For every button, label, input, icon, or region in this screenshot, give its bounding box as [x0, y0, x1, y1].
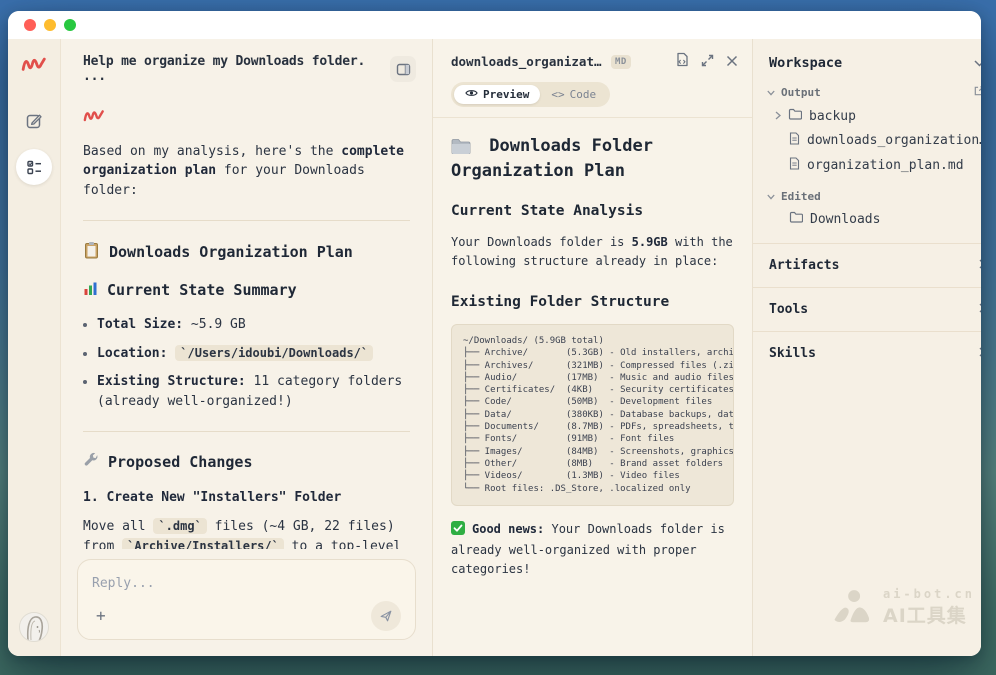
doc-h2-structure: Existing Folder Structure [451, 293, 734, 312]
clipboard-icon [83, 241, 100, 265]
app-window: Help me organize my Downloads folder. ..… [8, 11, 981, 656]
tree-item-downloads-organization-file[interactable]: downloads_organization… [753, 128, 981, 153]
traffic-light-minimize[interactable] [44, 19, 56, 31]
workspace-group-edited[interactable]: Edited [753, 184, 981, 207]
chevron-down-icon [767, 86, 775, 99]
expand-icon[interactable] [701, 52, 714, 71]
folder-icon [451, 138, 471, 154]
file-icon [789, 132, 800, 149]
changes-heading: Proposed Changes [83, 452, 410, 474]
chevron-right-icon [979, 258, 981, 273]
new-chat-button[interactable] [16, 103, 52, 139]
doc-title: Downloads Folder Organization Plan [451, 134, 734, 184]
tree-item-organization-plan-file[interactable]: organization_plan.md [753, 153, 981, 178]
section-skills[interactable]: Skills [753, 331, 981, 375]
summary-bullets: Total Size: ~5.9 GB Location: `/Users/id… [83, 315, 410, 411]
eye-icon [465, 88, 478, 101]
traffic-light-zoom[interactable] [64, 19, 76, 31]
watermark: ai-bot.cn AI工具集 [831, 587, 975, 628]
bullet-total-size: Total Size: ~5.9 GB [83, 315, 410, 335]
bullet-existing-structure: Existing Structure: 11 category folders … [83, 372, 410, 411]
move-instruction-text: Move all `.dmg` files (~4 GB, 22 files) … [83, 517, 410, 549]
send-button[interactable] [371, 601, 401, 631]
folder-icon [788, 108, 802, 124]
inline-code: `Archive/Installers/` [122, 538, 284, 550]
artifact-tabs: Preview <> Code [433, 80, 752, 117]
code-brackets-icon: <> [551, 88, 564, 101]
chevron-right-icon [979, 302, 981, 317]
workspace-panel: Workspace Output backup downloads_organi… [752, 39, 981, 656]
side-sections: Artifacts Tools Skills [753, 243, 981, 375]
check-icon [451, 521, 465, 541]
tab-preview[interactable]: Preview [454, 85, 540, 104]
external-link-icon[interactable] [973, 85, 981, 100]
plan-heading: Downloads Organization Plan [83, 241, 410, 265]
wrench-icon [83, 452, 99, 474]
chat-header: Help me organize my Downloads folder. ..… [61, 39, 432, 92]
markdown-preview: Downloads Folder Organization Plan Curre… [433, 117, 752, 656]
md-badge: MD [611, 55, 631, 69]
folder-icon [789, 211, 803, 227]
section-artifacts[interactable]: Artifacts [753, 243, 981, 287]
folder-tree-codeblock[interactable]: ~/Downloads/ (5.9GB total) ├── Archive/ … [451, 324, 734, 506]
chat-panel: Help me organize my Downloads folder. ..… [60, 39, 432, 656]
watermark-line2: AI工具集 [883, 601, 975, 628]
user-avatar[interactable] [19, 612, 49, 642]
doc-current-state-text: Your Downloads folder is 5.9GB with the … [451, 233, 734, 271]
watermark-logo-icon [831, 589, 873, 627]
traffic-light-close[interactable] [24, 19, 36, 31]
artifact-panel: downloads_organization_pl… MD Preview <> [432, 39, 752, 656]
open-file-icon[interactable] [675, 52, 689, 71]
close-icon[interactable] [726, 52, 738, 71]
app-logo-icon [21, 55, 47, 77]
summary-heading: Current State Summary [83, 281, 410, 302]
tree-item-backup[interactable]: backup [753, 104, 981, 128]
tasks-button[interactable] [16, 149, 52, 185]
tree-item-downloads-folder[interactable]: Downloads [753, 207, 981, 231]
doc-h2-current-state: Current State Analysis [451, 202, 734, 221]
reply-input[interactable] [92, 576, 401, 591]
titlebar [8, 11, 981, 39]
inline-code: `.dmg` [153, 518, 206, 534]
chevron-down-icon [974, 55, 981, 71]
artifact-header: downloads_organization_pl… MD [433, 39, 752, 80]
section-tools[interactable]: Tools [753, 287, 981, 331]
artifact-title: downloads_organization_pl… [451, 54, 603, 69]
chat-thread-title[interactable]: Help me organize my Downloads folder. ..… [83, 54, 390, 84]
toggle-sidebar-icon[interactable] [390, 56, 416, 82]
file-icon [789, 157, 800, 174]
assistant-intro-text: Based on my analysis, here's the complet… [83, 142, 410, 201]
bar-chart-icon [83, 281, 98, 302]
chevron-right-icon [775, 109, 781, 124]
chat-messages: Based on my analysis, here's the complet… [61, 92, 432, 549]
tab-code[interactable]: <> Code [540, 85, 607, 104]
left-rail [8, 39, 60, 656]
bullet-location: Location: `/Users/idoubi/Downloads/` [83, 344, 410, 364]
chevron-down-icon [767, 190, 775, 203]
chevron-right-icon [979, 346, 981, 361]
watermark-line1: ai-bot.cn [883, 587, 975, 601]
attach-plus-button[interactable]: + [92, 606, 110, 626]
assistant-logo-icon [83, 108, 410, 130]
app-body: Help me organize my Downloads folder. ..… [8, 39, 981, 656]
workspace-section-header[interactable]: Workspace [753, 39, 981, 79]
divider [83, 431, 410, 432]
reply-box: + [77, 559, 416, 640]
workspace-group-output[interactable]: Output [753, 79, 981, 104]
divider [83, 220, 410, 221]
good-news-text: Good news: Your Downloads folder is alre… [451, 520, 734, 579]
step1-title: 1. Create New "Installers" Folder [83, 488, 410, 508]
inline-code: `/Users/idoubi/Downloads/` [175, 345, 373, 361]
